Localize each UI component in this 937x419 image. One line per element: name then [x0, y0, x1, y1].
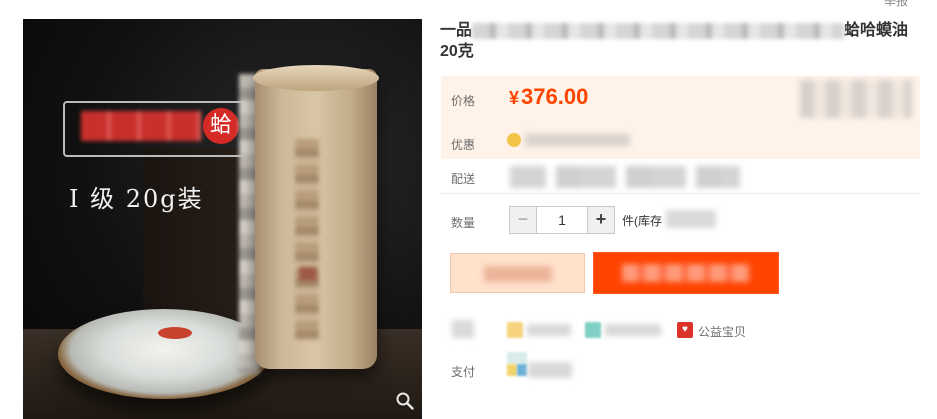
price-label: 价格 [451, 94, 476, 108]
services-blurred-label [452, 320, 474, 338]
product-tube [253, 65, 379, 369]
service-blurred-text [605, 324, 661, 336]
stock-unit: 件(库存 [622, 214, 662, 228]
divider [441, 193, 920, 194]
quantity-stepper: − + [509, 206, 615, 234]
coupon-icon [507, 133, 521, 147]
magnifier-icon[interactable] [395, 391, 415, 411]
payment-label: 支付 [451, 365, 476, 379]
banner-blurred-text [81, 111, 201, 141]
quantity-input[interactable] [537, 207, 587, 233]
heart-icon: ♥ [677, 322, 693, 338]
tube-label [295, 139, 319, 339]
service-icon [507, 322, 523, 338]
goji-berry [158, 327, 192, 339]
promo-blurred-text [525, 134, 630, 146]
title-line-2: 20克 [440, 43, 474, 60]
charity-label: 公益宝贝 [698, 325, 747, 339]
price-value: ¥376.00 [509, 84, 588, 110]
tube-seal [299, 267, 317, 281]
promo-item[interactable] [507, 133, 633, 147]
add-to-cart-button[interactable] [594, 253, 778, 293]
increase-button[interactable]: + [587, 207, 614, 233]
promo-label: 优惠 [451, 138, 476, 152]
price-side-stats [800, 80, 912, 118]
brand-banner: 蛤 [63, 97, 265, 157]
shipping-label: 配送 [451, 172, 476, 186]
payment-blurred-text [528, 362, 572, 378]
title-suffix: 蛤哈蟆油 [844, 22, 909, 39]
buy-now-blurred-label [484, 266, 552, 282]
quantity-label: 数量 [451, 216, 476, 230]
title-prefix: 一品 [440, 22, 473, 39]
service-blurred-text [527, 324, 571, 336]
payment-method-icon [507, 352, 527, 376]
decrease-button[interactable]: − [510, 207, 537, 233]
price-number: 376.00 [521, 84, 589, 109]
add-to-cart-blurred-label [622, 264, 750, 282]
currency-symbol: ¥ [509, 88, 520, 108]
tube-lid [253, 65, 379, 91]
product-main-image[interactable]: 蛤 I 级 20g装 [23, 19, 422, 419]
shipping-blurred-info[interactable] [510, 166, 740, 188]
title-blurred-part [472, 22, 845, 39]
stock-blurred-count [666, 210, 716, 228]
service-icon [585, 322, 601, 338]
buy-now-button[interactable] [450, 253, 585, 293]
product-title: 一品 蛤哈蟆油 20克 [440, 20, 920, 62]
grade-text: I 级 20g装 [69, 185, 204, 213]
report-link[interactable]: 举报 [884, 0, 908, 9]
banner-badge: 蛤 [203, 108, 239, 144]
